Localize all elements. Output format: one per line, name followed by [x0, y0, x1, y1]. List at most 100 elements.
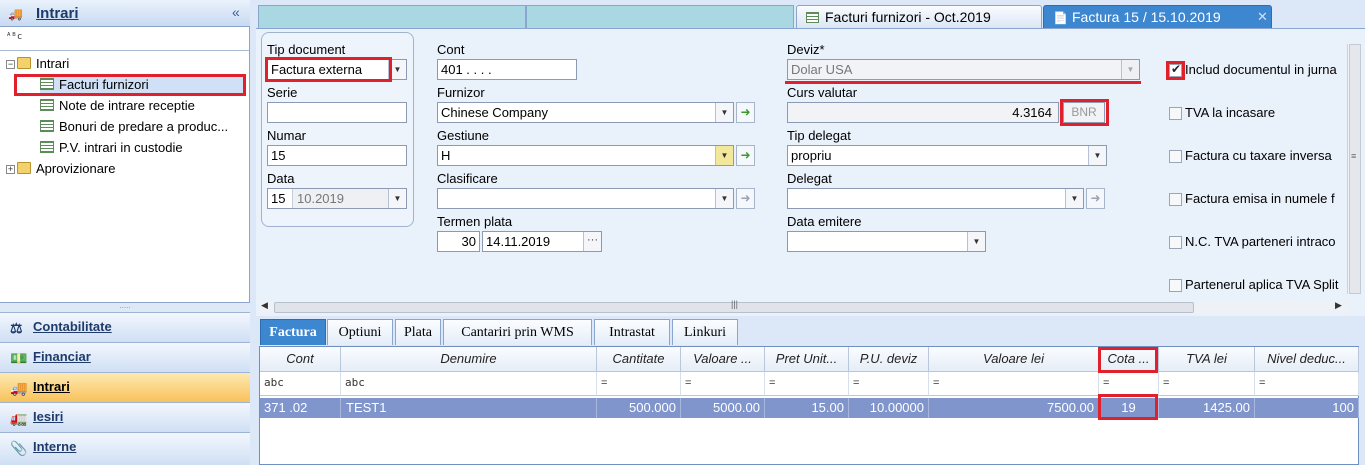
- horizontal-scrollbar[interactable]: ◀ ||| ▶: [259, 299, 1347, 314]
- filter-cell[interactable]: abc: [341, 372, 597, 396]
- tree-node-pv-custodie[interactable]: P.V. intrari in custodie: [40, 138, 183, 157]
- termen-days-field[interactable]: 30: [437, 231, 480, 252]
- arrow-right-icon: ➜: [740, 105, 751, 119]
- chevron-down-icon[interactable]: ▼: [715, 103, 733, 122]
- column-header[interactable]: P.U. deviz: [849, 347, 929, 372]
- filter-cell[interactable]: =: [1099, 372, 1159, 396]
- expand-icon[interactable]: +: [6, 165, 15, 174]
- checkbox-tva-incasare[interactable]: [1169, 107, 1182, 120]
- delegat-select[interactable]: ▼: [787, 188, 1084, 209]
- scroll-right-icon[interactable]: ▶: [1335, 300, 1342, 311]
- chevron-down-icon[interactable]: ▼: [1121, 60, 1139, 79]
- data-field[interactable]: 15 10.2019 ▼: [267, 188, 407, 209]
- column-header[interactable]: Valoare ...: [681, 347, 765, 372]
- table-cell[interactable]: 500.000: [597, 398, 681, 418]
- checkbox-nc-tva[interactable]: [1169, 236, 1182, 249]
- checkbox-taxare-inversa[interactable]: [1169, 150, 1182, 163]
- filter-cell[interactable]: =: [1255, 372, 1359, 396]
- chevron-down-icon[interactable]: ▼: [388, 189, 406, 208]
- tab-cantariri-wms[interactable]: Cantariri prin WMS: [443, 319, 592, 345]
- scroll-left-icon[interactable]: ◀: [261, 300, 268, 311]
- nav-interne[interactable]: 📎 Interne: [0, 432, 250, 465]
- filter-cell[interactable]: =: [765, 372, 849, 396]
- tree-node-bonuri-predare[interactable]: Bonuri de predare a produc...: [40, 117, 228, 136]
- table-cell[interactable]: 371 .02: [260, 398, 341, 418]
- cont-field[interactable]: 401 . . . .: [437, 59, 577, 80]
- column-header[interactable]: Nivel deduc...: [1255, 347, 1359, 372]
- panel-splitter[interactable]: .....: [0, 302, 250, 312]
- collapse-icon[interactable]: −: [6, 60, 15, 69]
- chevron-down-icon[interactable]: ▼: [715, 146, 733, 165]
- go-clasificare-button[interactable]: ➜: [736, 188, 755, 209]
- chevron-down-icon[interactable]: ▼: [715, 189, 733, 208]
- checkbox-emisa-nume[interactable]: [1169, 193, 1182, 206]
- tab-strip-empty: [258, 5, 526, 28]
- tree-node-note-intrare[interactable]: Note de intrare receptie: [40, 96, 195, 115]
- table-cell[interactable]: 10.00000: [849, 398, 929, 418]
- collapse-panel-icon[interactable]: «: [232, 4, 240, 20]
- ellipsis-icon[interactable]: ···: [583, 232, 601, 251]
- select-value: H: [441, 148, 451, 163]
- nav-contabilitate[interactable]: ⚖ Contabilitate: [0, 312, 250, 342]
- checkbox-tva-split[interactable]: [1169, 279, 1182, 292]
- truck-out-icon: 🚛: [10, 410, 28, 426]
- nav-iesiri[interactable]: 🚛 Iesiri: [0, 402, 250, 432]
- tab-factura[interactable]: Factura: [260, 319, 326, 345]
- go-gestiune-button[interactable]: ➜: [736, 145, 755, 166]
- numar-field[interactable]: 15: [267, 145, 407, 166]
- clasificare-select[interactable]: ▼: [437, 188, 734, 209]
- filter-cell[interactable]: =: [597, 372, 681, 396]
- data-emitere-select[interactable]: ▼: [787, 231, 986, 252]
- column-header[interactable]: Valoare lei: [929, 347, 1099, 372]
- chevron-down-icon[interactable]: ▼: [967, 232, 985, 251]
- table-cell[interactable]: 7500.00: [929, 398, 1099, 418]
- scrollbar-thumb[interactable]: [1349, 44, 1361, 294]
- checkbox-label: N.C. TVA parteneri intraco: [1185, 234, 1336, 249]
- termen-date-field[interactable]: 14.11.2019 ···: [482, 231, 602, 252]
- tree-node-aprovizionare[interactable]: + Aprovizionare: [6, 159, 116, 178]
- serie-field[interactable]: [267, 102, 407, 123]
- nav-financiar[interactable]: 💵 Financiar: [0, 342, 250, 372]
- vertical-scrollbar[interactable]: ≡: [1347, 44, 1361, 294]
- tab-label: Factura 15 / 15.10.2019: [1072, 9, 1221, 25]
- go-delegat-button[interactable]: ➜: [1086, 188, 1105, 209]
- go-furnizor-button[interactable]: ➜: [736, 102, 755, 123]
- tab-facturi-furnizori[interactable]: Facturi furnizori - Oct.2019: [796, 5, 1042, 28]
- tree-filter-icon[interactable]: ᴬᴮc: [6, 32, 22, 42]
- chevron-down-icon[interactable]: ▼: [1088, 146, 1106, 165]
- nav-label: Financiar: [33, 349, 91, 364]
- tab-linkuri[interactable]: Linkuri: [672, 319, 738, 345]
- grip-icon: |||: [731, 299, 739, 309]
- nav-label: Intrari: [33, 379, 70, 394]
- column-header[interactable]: Pret Unit...: [765, 347, 849, 372]
- curs-valutar-field[interactable]: 4.3164: [787, 102, 1059, 123]
- table-cell[interactable]: TEST1: [341, 398, 597, 418]
- filter-cell[interactable]: =: [681, 372, 765, 396]
- tab-optiuni[interactable]: Optiuni: [327, 319, 393, 345]
- table-cell[interactable]: 15.00: [765, 398, 849, 418]
- filter-cell[interactable]: abc: [260, 372, 341, 396]
- nav-intrari[interactable]: 🚚 Intrari: [0, 372, 250, 402]
- tab-plata[interactable]: Plata: [395, 319, 441, 345]
- table-cell[interactable]: 1425.00: [1159, 398, 1255, 418]
- tab-intrastat[interactable]: Intrastat: [594, 319, 670, 345]
- column-header[interactable]: Cont: [260, 347, 341, 372]
- tab-factura-15[interactable]: 📄 Factura 15 / 15.10.2019 ✕: [1043, 5, 1272, 28]
- column-header[interactable]: Denumire: [341, 347, 597, 372]
- data-day[interactable]: 15: [271, 191, 285, 206]
- table-cell[interactable]: 5000.00: [681, 398, 765, 418]
- column-header[interactable]: TVA lei: [1159, 347, 1255, 372]
- invoice-lines-grid: Cont Denumire Cantitate Valoare ... Pret…: [259, 346, 1359, 465]
- tree-node-intrari[interactable]: − Intrari: [6, 54, 69, 73]
- close-tab-icon[interactable]: ✕: [1257, 6, 1268, 28]
- column-header[interactable]: Cantitate: [597, 347, 681, 372]
- filter-cell[interactable]: =: [929, 372, 1099, 396]
- table-cell[interactable]: 100: [1255, 398, 1359, 418]
- deviz-select[interactable]: Dolar USA ▼: [787, 59, 1140, 80]
- chevron-down-icon[interactable]: ▼: [1065, 189, 1083, 208]
- filter-cell[interactable]: =: [1159, 372, 1255, 396]
- tip-delegat-select[interactable]: propriu ▼: [787, 145, 1107, 166]
- filter-cell[interactable]: =: [849, 372, 929, 396]
- gestiune-select[interactable]: H ▼: [437, 145, 734, 166]
- furnizor-select[interactable]: Chinese Company ▼: [437, 102, 734, 123]
